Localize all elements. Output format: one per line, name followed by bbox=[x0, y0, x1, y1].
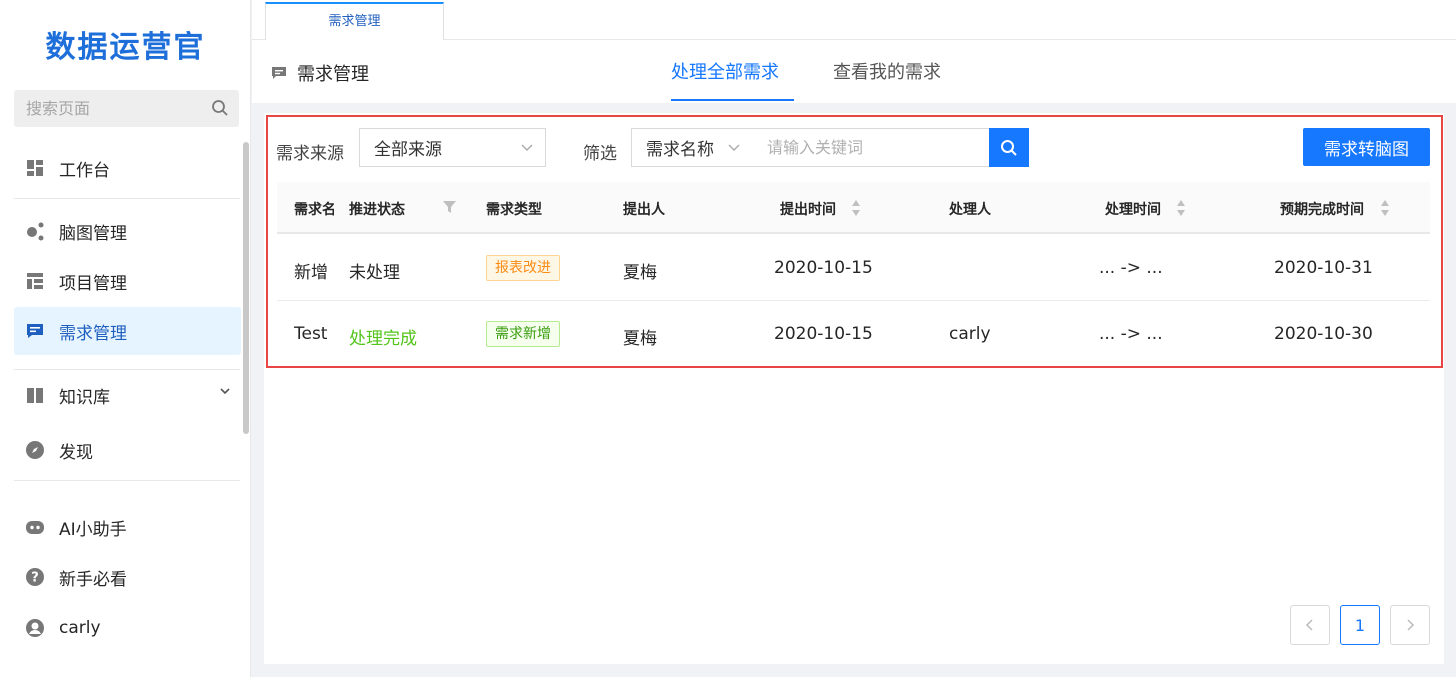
sidebar-item-label: 工作台 bbox=[59, 160, 110, 181]
mindmap-icon bbox=[24, 220, 46, 242]
app-logo[interactable]: 数据运营官 bbox=[0, 22, 251, 66]
page-search-input[interactable] bbox=[14, 90, 204, 127]
filter-label: 筛选 bbox=[583, 144, 617, 164]
sidebar-item-label: 项目管理 bbox=[59, 273, 127, 294]
sort-icon[interactable] bbox=[851, 198, 861, 218]
chevron-down-icon bbox=[521, 144, 533, 151]
sidebar-item-mindmap[interactable]: 脑图管理 bbox=[14, 207, 241, 255]
page-search[interactable] bbox=[14, 90, 239, 127]
table-row[interactable]: Test 处理完成 需求新增 夏梅 2020-10-15 carly ... -… bbox=[277, 301, 1430, 367]
sidebar-item-ai-assistant[interactable]: AI小助手 bbox=[14, 503, 241, 551]
cell-name[interactable]: 新增 bbox=[294, 258, 328, 283]
cell-proposed-time: 2020-10-15 bbox=[774, 324, 873, 344]
type-tag: 需求新增 bbox=[486, 321, 560, 347]
project-icon bbox=[24, 270, 46, 292]
sidebar-item-beginner-guide[interactable]: ? 新手必看 bbox=[14, 553, 241, 601]
column-header-proposed-time[interactable]: 提出时间 bbox=[780, 199, 836, 219]
search-icon bbox=[1001, 139, 1017, 156]
chevron-left-icon bbox=[1305, 619, 1313, 631]
sidebar-item-label: 需求管理 bbox=[59, 323, 127, 344]
column-header-handle-time[interactable]: 处理时间 bbox=[1105, 199, 1161, 219]
column-header-type: 需求类型 bbox=[486, 202, 542, 218]
field-select-value: 需求名称 bbox=[646, 140, 714, 160]
robot-icon bbox=[24, 516, 46, 538]
sidebar-item-project[interactable]: 项目管理 bbox=[14, 257, 241, 305]
sidebar-item-label: 新手必看 bbox=[59, 569, 127, 590]
message-icon bbox=[272, 67, 286, 79]
sort-icon[interactable] bbox=[1380, 198, 1390, 218]
sidebar-item-label: AI小助手 bbox=[59, 519, 127, 540]
tab-all-requirements[interactable]: 处理全部需求 bbox=[671, 58, 779, 84]
column-header-name[interactable]: 需求名称 bbox=[294, 199, 334, 219]
sidebar-item-requirements[interactable]: 需求管理 bbox=[14, 307, 241, 355]
tab-requirements[interactable]: 需求管理 bbox=[265, 2, 444, 40]
convert-to-mindmap-button[interactable]: 需求转脑图 bbox=[1303, 128, 1430, 166]
page-button[interactable]: 1 bbox=[1340, 605, 1380, 645]
sidebar-item-label: 知识库 bbox=[59, 387, 110, 408]
sidebar-divider bbox=[14, 198, 240, 199]
chevron-right-icon bbox=[1407, 619, 1415, 631]
chevron-down-icon bbox=[728, 144, 740, 151]
search-icon[interactable] bbox=[211, 99, 229, 117]
sidebar-item-discover[interactable]: 发现 bbox=[14, 426, 241, 474]
cell-expected-time: 2020-10-31 bbox=[1274, 258, 1373, 278]
prev-page-button[interactable] bbox=[1290, 605, 1330, 645]
column-header-expected-time[interactable]: 预期完成时间 bbox=[1280, 199, 1364, 219]
compass-icon bbox=[24, 439, 46, 461]
source-select-value: 全部来源 bbox=[374, 140, 442, 160]
active-tab-indicator bbox=[671, 99, 794, 101]
cell-handle-time[interactable]: ... -> ... bbox=[1099, 258, 1163, 278]
sidebar-item-label: 脑图管理 bbox=[59, 223, 127, 244]
cell-handler: carly bbox=[949, 324, 991, 344]
sidebar-divider bbox=[14, 480, 240, 481]
top-tab-bar: 需求管理 bbox=[252, 0, 1456, 40]
tab-my-requirements[interactable]: 查看我的需求 bbox=[833, 58, 941, 84]
cell-expected-time: 2020-10-30 bbox=[1274, 324, 1373, 344]
source-label: 需求来源 bbox=[276, 144, 344, 164]
question-icon: ? bbox=[24, 566, 46, 588]
book-icon bbox=[24, 384, 46, 406]
search-button[interactable] bbox=[989, 128, 1029, 167]
column-header-handler: 处理人 bbox=[949, 202, 991, 218]
column-header-status: 推进状态 bbox=[349, 202, 405, 218]
cell-proposed-time: 2020-10-15 bbox=[774, 258, 873, 278]
user-icon bbox=[24, 617, 46, 639]
sidebar-item-label: 发现 bbox=[59, 442, 93, 463]
source-select[interactable]: 全部来源 bbox=[359, 128, 546, 167]
sidebar: 数据运营官 工作台 脑图管理 项目管理 需求管理 知识库 发现 AI小助手 ? … bbox=[0, 0, 251, 677]
sidebar-scrollbar[interactable] bbox=[243, 142, 249, 434]
field-select[interactable]: 需求名称 bbox=[631, 128, 753, 167]
cell-status: 未处理 bbox=[349, 263, 400, 283]
dashboard-icon bbox=[24, 157, 46, 179]
filter-icon[interactable] bbox=[443, 201, 456, 213]
page-header: 需求管理 处理全部需求 查看我的需求 bbox=[252, 40, 1456, 103]
keyword-input[interactable] bbox=[752, 128, 990, 167]
cell-proposer: 夏梅 bbox=[623, 263, 657, 283]
type-tag: 报表改进 bbox=[486, 255, 560, 281]
sidebar-item-user[interactable]: carly bbox=[14, 604, 241, 652]
message-icon bbox=[24, 320, 46, 342]
sidebar-item-knowledge[interactable]: 知识库 bbox=[14, 371, 241, 419]
table-header: 需求名称 推进状态 需求类型 提出人 提出时间 处理人 处理时间 预期完成时间 bbox=[277, 182, 1430, 234]
sidebar-item-label: carly bbox=[59, 618, 101, 638]
sort-icon[interactable] bbox=[1176, 198, 1186, 218]
sidebar-item-workbench[interactable]: 工作台 bbox=[14, 144, 241, 192]
sidebar-divider bbox=[14, 369, 240, 370]
page-title: 需求管理 bbox=[297, 64, 369, 85]
cell-proposer: 夏梅 bbox=[623, 329, 657, 349]
cell-status: 处理完成 bbox=[349, 329, 417, 349]
chevron-down-icon[interactable] bbox=[219, 385, 231, 397]
svg-text:?: ? bbox=[31, 571, 39, 586]
cell-name[interactable]: Test bbox=[294, 324, 327, 344]
table-row[interactable]: 新增 未处理 报表改进 夏梅 2020-10-15 ... -> ... 202… bbox=[277, 235, 1430, 301]
next-page-button[interactable] bbox=[1390, 605, 1430, 645]
column-header-proposer: 提出人 bbox=[623, 202, 665, 218]
cell-handle-time[interactable]: ... -> ... bbox=[1099, 324, 1163, 344]
